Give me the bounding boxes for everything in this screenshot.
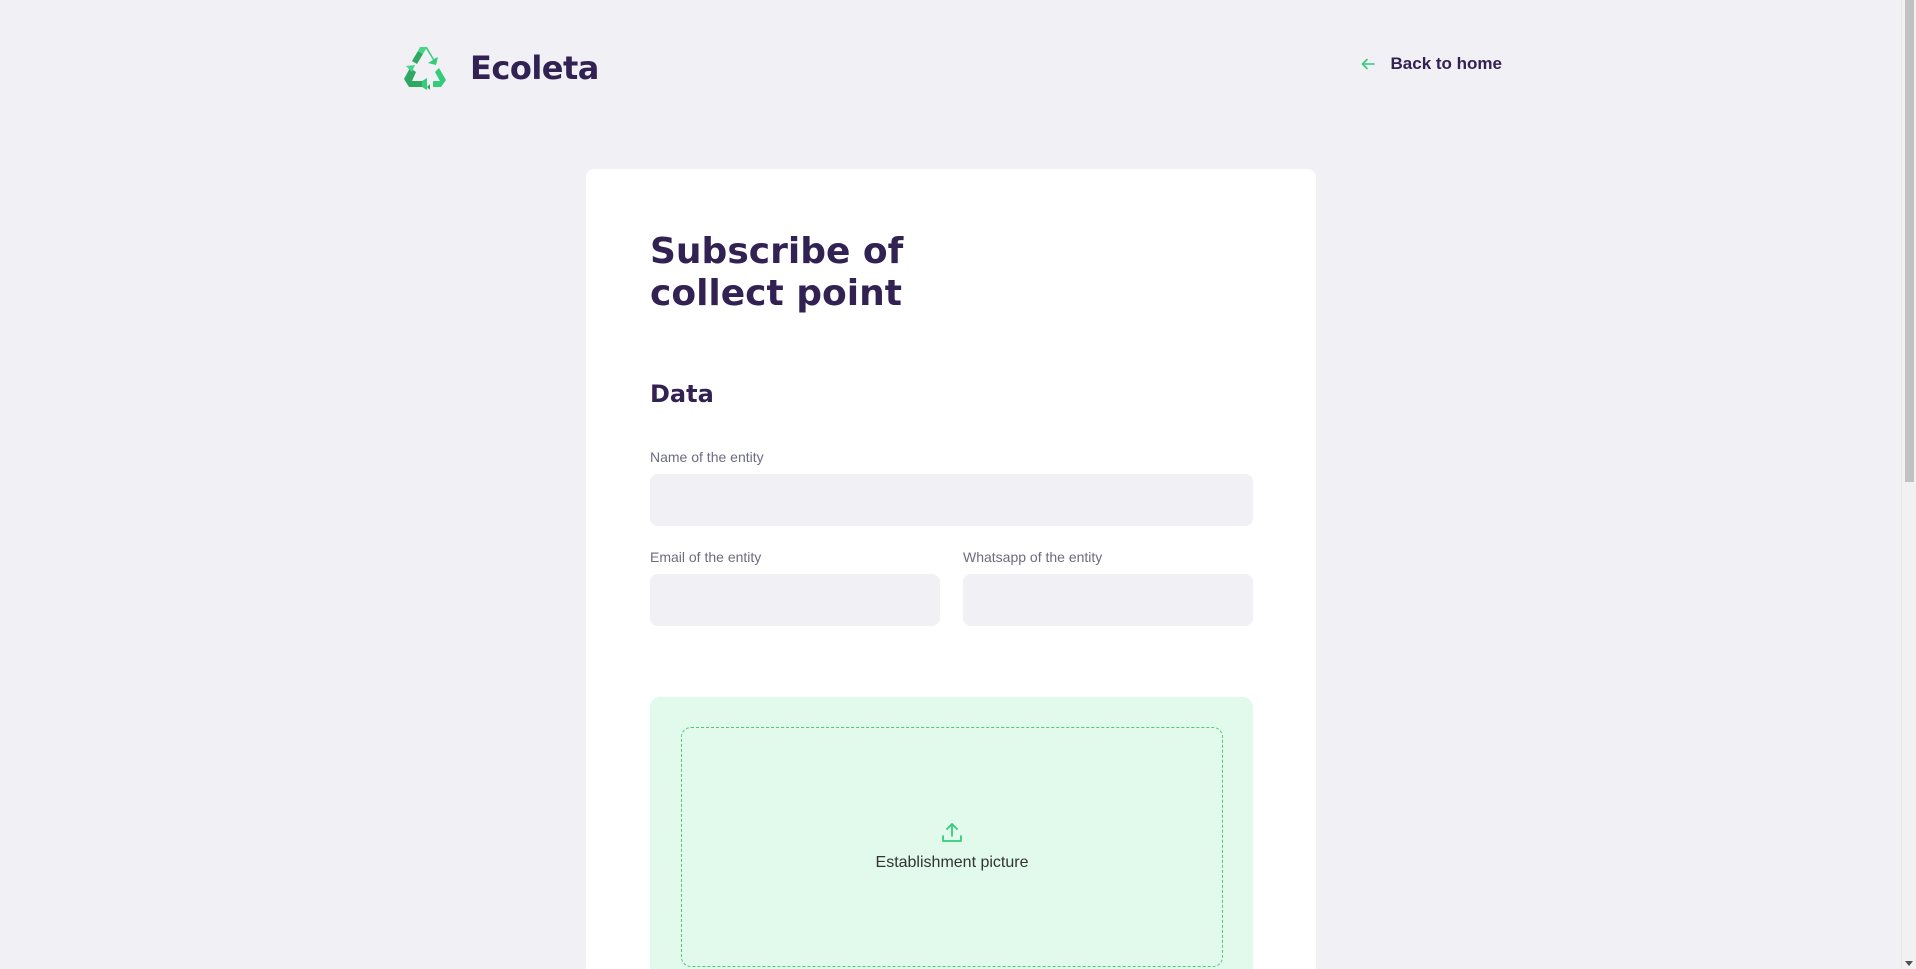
create-point-form: Subscribe of collect point Data Name of …: [586, 169, 1316, 969]
image-dropzone: Establishment picture: [650, 697, 1253, 969]
name-field[interactable]: [650, 474, 1253, 526]
name-field-label: Name of the entity: [650, 449, 764, 465]
header: Ecoleta Back to home: [400, 40, 1502, 96]
whatsapp-field-label: Whatsapp of the entity: [963, 549, 1103, 565]
logo: Ecoleta: [400, 40, 599, 96]
recycle-icon: [404, 47, 446, 90]
brand-name: Ecoleta: [470, 49, 599, 87]
email-field[interactable]: [650, 574, 940, 626]
arrow-left-icon: [1361, 58, 1375, 70]
back-link-label: Back to home: [1390, 54, 1502, 73]
email-field-label: Email of the entity: [650, 549, 762, 565]
page-scrollbar[interactable]: [1901, 0, 1916, 969]
page-title: Subscribe of collect point: [650, 231, 904, 314]
back-to-home-link[interactable]: Back to home: [1359, 54, 1502, 74]
page: Ecoleta Back to home Subscribe of collec…: [0, 0, 1916, 969]
dropzone-label: Establishment picture: [875, 854, 1029, 871]
whatsapp-field[interactable]: [963, 574, 1253, 626]
scroll-down-arrow-icon[interactable]: [1905, 961, 1913, 966]
scrollbar-thumb[interactable]: [1905, 0, 1914, 482]
upload-icon: [942, 823, 962, 842]
image-upload-area[interactable]: Establishment picture: [681, 727, 1223, 967]
section-title-data: Data: [650, 380, 714, 408]
